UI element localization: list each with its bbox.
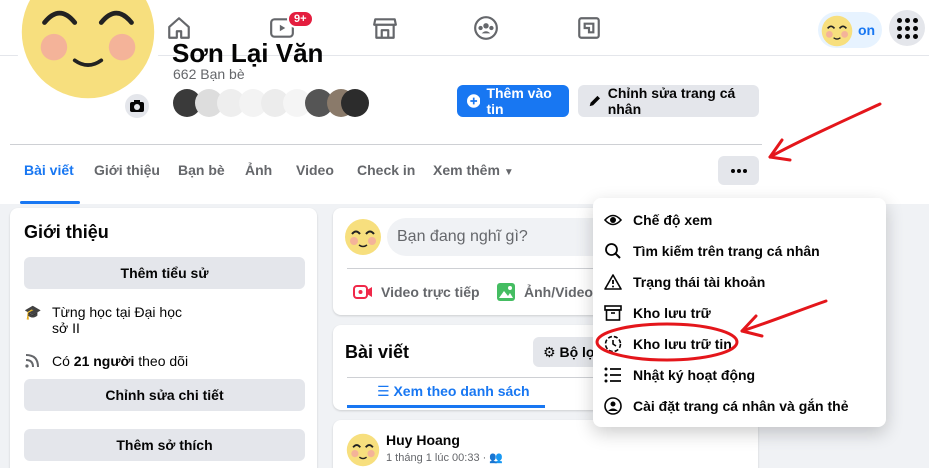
tab-more[interactable]: Xem thêm ▼ xyxy=(433,162,514,178)
plus-circle-icon xyxy=(467,94,481,108)
list-view-indicator xyxy=(347,405,545,408)
post-item: Huy Hoang 1 tháng 1 lúc 00:33 · 👥 xyxy=(333,420,758,468)
followers-line: Có 21 người theo dõi xyxy=(24,353,304,372)
education-line: 🎓 Từng học tại Đại học sở II xyxy=(24,304,182,336)
more-options-button[interactable] xyxy=(718,156,759,185)
tab-friends[interactable]: Bạn bè xyxy=(178,162,225,178)
add-hobbies-button[interactable]: Thêm sở thích xyxy=(24,429,305,461)
profile-chip-label: on xyxy=(858,22,876,38)
avatar xyxy=(821,15,853,47)
profile-shortcut[interactable]: on xyxy=(818,12,882,48)
profile-tabs: Bài viết Giới thiệu Bạn bè Ảnh Video Che… xyxy=(10,152,750,204)
active-tab-indicator xyxy=(20,201,80,204)
edit-profile-button[interactable]: Chỉnh sửa trang cá nhân xyxy=(578,85,759,117)
tab-checkins[interactable]: Check in xyxy=(357,162,415,178)
add-bio-button[interactable]: Thêm tiểu sử xyxy=(24,257,305,289)
story-archive-icon xyxy=(603,334,623,354)
camera-button[interactable] xyxy=(123,92,151,120)
avatar[interactable] xyxy=(345,432,381,468)
header-divider xyxy=(10,144,762,145)
graduation-cap-icon: 🎓 xyxy=(24,304,42,320)
profile-name: Sơn Lại Văn xyxy=(172,38,324,68)
friends-audience-icon: 👥 xyxy=(489,452,504,464)
profile-options-menu: Chế độ xem Tìm kiếm trên trang cá nhân T… xyxy=(593,198,886,427)
profile-settings-icon xyxy=(603,396,623,416)
list-view-tab[interactable]: ☰ Xem theo danh sách xyxy=(377,383,530,400)
photo-video-button[interactable]: Ảnh/Video xyxy=(496,278,593,306)
more-dots-icon xyxy=(730,168,735,173)
menu-item-account-status[interactable]: Trạng thái tài khoản xyxy=(603,268,765,296)
search-icon xyxy=(603,241,623,261)
nav-gaming[interactable] xyxy=(534,6,644,50)
tab-about[interactable]: Giới thiệu xyxy=(94,162,160,178)
add-to-story-button[interactable]: Thêm vào tin xyxy=(457,85,569,117)
nav-marketplace[interactable] xyxy=(330,6,440,50)
eye-icon xyxy=(603,210,623,230)
tab-videos[interactable]: Video xyxy=(296,162,334,178)
menu-item-archive[interactable]: Kho lưu trữ xyxy=(603,299,711,327)
caret-down-icon: ▼ xyxy=(503,167,514,178)
post-author[interactable]: Huy Hoang xyxy=(386,432,460,448)
pencil-icon xyxy=(589,95,600,107)
list-icon: ☰ xyxy=(377,383,390,399)
menu-grid-button[interactable] xyxy=(889,10,925,46)
avatar[interactable] xyxy=(343,217,383,257)
marketplace-icon xyxy=(373,18,397,39)
friends-count[interactable]: 662 Bạn bè xyxy=(173,66,245,82)
camera-icon xyxy=(130,100,144,112)
archive-icon xyxy=(603,303,623,323)
watch-badge: 9+ xyxy=(287,10,314,28)
post-timestamp[interactable]: 1 tháng 1 lúc 00:33 · 👥 xyxy=(386,451,503,464)
menu-item-activity-log[interactable]: Nhật ký hoạt động xyxy=(603,361,755,389)
intro-card: Giới thiệu Thêm tiểu sử 🎓 Từng học tại Đ… xyxy=(10,208,317,468)
menu-item-view-as[interactable]: Chế độ xem xyxy=(603,206,712,234)
filter-icon: ⚙ xyxy=(543,344,556,360)
edit-details-button[interactable]: Chỉnh sửa chi tiết xyxy=(24,379,305,411)
rss-icon xyxy=(24,353,42,372)
menu-item-story-archive[interactable]: Kho lưu trữ tin xyxy=(603,330,732,358)
groups-icon xyxy=(474,16,498,40)
intro-title: Giới thiệu xyxy=(24,222,109,242)
nav-groups[interactable] xyxy=(431,6,541,50)
posts-title: Bài viết xyxy=(345,342,410,362)
live-video-icon xyxy=(353,285,372,299)
list-icon xyxy=(603,365,623,385)
menu-item-search-profile[interactable]: Tìm kiếm trên trang cá nhân xyxy=(603,237,820,265)
warning-icon xyxy=(603,272,623,292)
live-video-button[interactable]: Video trực tiếp xyxy=(353,278,480,306)
tab-photos[interactable]: Ảnh xyxy=(245,162,272,178)
menu-item-profile-settings[interactable]: Cài đặt trang cá nhân và gắn thẻ xyxy=(603,392,849,420)
friend-avatars[interactable] xyxy=(173,88,369,118)
gaming-icon xyxy=(578,17,600,39)
tab-posts[interactable]: Bài viết xyxy=(24,162,74,178)
photo-icon xyxy=(497,283,515,301)
